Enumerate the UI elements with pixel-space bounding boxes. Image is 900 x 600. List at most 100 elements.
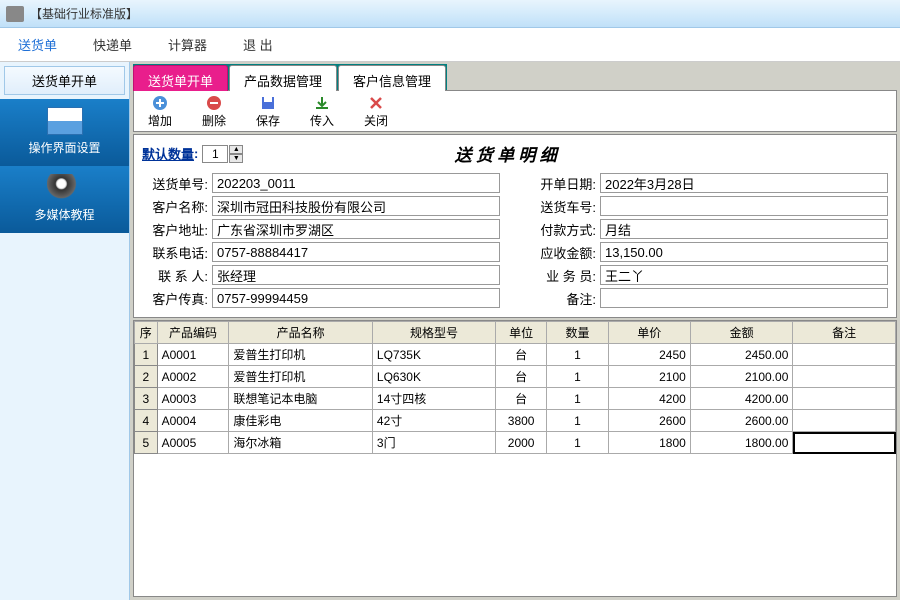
customer-addr-input[interactable] [212, 219, 500, 239]
receivable-input[interactable] [600, 242, 888, 262]
delete-icon [204, 94, 224, 112]
sidebar: 送货单开单 操作界面设置 多媒体教程 [0, 62, 130, 600]
app-title: 【基础行业标准版】 [30, 5, 138, 22]
grid-icon [47, 107, 83, 135]
col-remark[interactable]: 备注 [793, 322, 896, 344]
cell-amount[interactable]: 2100.00 [690, 366, 793, 388]
tab-customer-info[interactable]: 客户信息管理 [338, 65, 446, 91]
cell-remark[interactable] [793, 410, 896, 432]
table-row[interactable]: 1A0001爱普生打印机LQ735K台124502450.00 [135, 344, 896, 366]
cell-spec[interactable]: LQ630K [372, 366, 495, 388]
close-button[interactable]: 关闭 [356, 94, 396, 129]
sidebar-item-label: 操作界面设置 [28, 141, 100, 155]
cell-name[interactable]: 联想笔记本电脑 [229, 388, 373, 410]
sidebar-item-label: 多媒体教程 [34, 208, 94, 222]
cell-unit[interactable]: 台 [495, 388, 546, 410]
cell-seq[interactable]: 5 [135, 432, 158, 454]
cell-amount[interactable]: 1800.00 [690, 432, 793, 454]
cell-amount[interactable]: 2450.00 [690, 344, 793, 366]
cell-seq[interactable]: 1 [135, 344, 158, 366]
cell-name[interactable]: 康佳彩电 [229, 410, 373, 432]
col-seq[interactable]: 序 [135, 322, 158, 344]
cell-code[interactable]: A0005 [157, 432, 229, 454]
cell-code[interactable]: A0002 [157, 366, 229, 388]
menubar: 送货单 快递单 计算器 退 出 [0, 28, 900, 62]
cell-code[interactable]: A0004 [157, 410, 229, 432]
table-row[interactable]: 3A0003联想笔记本电脑14寸四核台142004200.00 [135, 388, 896, 410]
cell-remark[interactable] [793, 344, 896, 366]
cell-spec[interactable]: 42寸 [372, 410, 495, 432]
cell-price[interactable]: 1800 [608, 432, 690, 454]
cell-unit[interactable]: 台 [495, 344, 546, 366]
cell-unit[interactable]: 台 [495, 366, 546, 388]
col-code[interactable]: 产品编码 [157, 322, 229, 344]
cell-name[interactable]: 爱普生打印机 [229, 344, 373, 366]
save-button[interactable]: 保存 [248, 94, 288, 129]
col-spec[interactable]: 规格型号 [372, 322, 495, 344]
cell-qty[interactable]: 1 [547, 432, 609, 454]
form-panel: 默认数量: ▲ ▼ 送 货 单 明 细 送货单号: 客户名称: 客户地址: 联系… [133, 134, 897, 318]
salesman-input[interactable] [600, 265, 888, 285]
tabs: 送货单开单 产品数据管理 客户信息管理 [133, 64, 897, 90]
cell-spec[interactable]: LQ735K [372, 344, 495, 366]
remark-input[interactable] [600, 288, 888, 308]
cell-remark[interactable] [793, 432, 896, 454]
cell-qty[interactable]: 1 [547, 410, 609, 432]
vehicle-input[interactable] [600, 196, 888, 216]
contact-input[interactable] [212, 265, 500, 285]
customer-name-input[interactable] [212, 196, 500, 216]
menu-calculator[interactable]: 计算器 [150, 27, 225, 62]
table-row[interactable]: 4A0004康佳彩电42寸3800126002600.00 [135, 410, 896, 432]
add-button[interactable]: 增加 [140, 94, 180, 129]
cell-amount[interactable]: 4200.00 [690, 388, 793, 410]
save-icon [258, 94, 278, 112]
order-date-input[interactable] [600, 173, 888, 193]
phone-input[interactable] [212, 242, 500, 262]
cell-remark[interactable] [793, 388, 896, 410]
cell-amount[interactable]: 2600.00 [690, 410, 793, 432]
detail-table-wrap: 序 产品编码 产品名称 规格型号 单位 数量 单价 金额 备注 1A0001爱普… [133, 320, 897, 597]
table-row[interactable]: 5A0005海尔冰箱3门2000118001800.00 [135, 432, 896, 454]
cell-price[interactable]: 4200 [608, 388, 690, 410]
import-button[interactable]: 传入 [302, 94, 342, 129]
col-qty[interactable]: 数量 [547, 322, 609, 344]
add-icon [150, 94, 170, 112]
cell-spec[interactable]: 14寸四核 [372, 388, 495, 410]
col-unit[interactable]: 单位 [495, 322, 546, 344]
table-row[interactable]: 2A0002爱普生打印机LQ630K台121002100.00 [135, 366, 896, 388]
cell-code[interactable]: A0001 [157, 344, 229, 366]
cell-name[interactable]: 海尔冰箱 [229, 432, 373, 454]
sidebar-item-ui-settings[interactable]: 操作界面设置 [0, 99, 129, 166]
cell-spec[interactable]: 3门 [372, 432, 495, 454]
menu-exit[interactable]: 退 出 [225, 27, 291, 62]
fax-input[interactable] [212, 288, 500, 308]
menu-delivery[interactable]: 送货单 [0, 27, 75, 62]
order-no-input[interactable] [212, 173, 500, 193]
cell-price[interactable]: 2450 [608, 344, 690, 366]
tab-product-data[interactable]: 产品数据管理 [229, 65, 337, 91]
cell-price[interactable]: 2600 [608, 410, 690, 432]
cell-name[interactable]: 爱普生打印机 [229, 366, 373, 388]
col-price[interactable]: 单价 [608, 322, 690, 344]
toolbar: 增加 删除 保存 传入 关闭 [133, 90, 897, 132]
cell-price[interactable]: 2100 [608, 366, 690, 388]
cell-unit[interactable]: 3800 [495, 410, 546, 432]
menu-express[interactable]: 快递单 [75, 27, 150, 62]
content: 送货单开单 产品数据管理 客户信息管理 增加 删除 保存 传入 [130, 62, 900, 600]
sidebar-item-multimedia[interactable]: 多媒体教程 [0, 166, 129, 233]
col-amount[interactable]: 金额 [690, 322, 793, 344]
tab-delivery-order[interactable]: 送货单开单 [133, 65, 228, 91]
cell-qty[interactable]: 1 [547, 366, 609, 388]
cell-qty[interactable]: 1 [547, 344, 609, 366]
cell-seq[interactable]: 4 [135, 410, 158, 432]
cell-remark[interactable] [793, 366, 896, 388]
cell-qty[interactable]: 1 [547, 388, 609, 410]
cell-seq[interactable]: 2 [135, 366, 158, 388]
cell-seq[interactable]: 3 [135, 388, 158, 410]
pay-method-input[interactable] [600, 219, 888, 239]
col-name[interactable]: 产品名称 [229, 322, 373, 344]
cell-unit[interactable]: 2000 [495, 432, 546, 454]
delete-button[interactable]: 删除 [194, 94, 234, 129]
detail-table[interactable]: 序 产品编码 产品名称 规格型号 单位 数量 单价 金额 备注 1A0001爱普… [134, 321, 896, 454]
cell-code[interactable]: A0003 [157, 388, 229, 410]
